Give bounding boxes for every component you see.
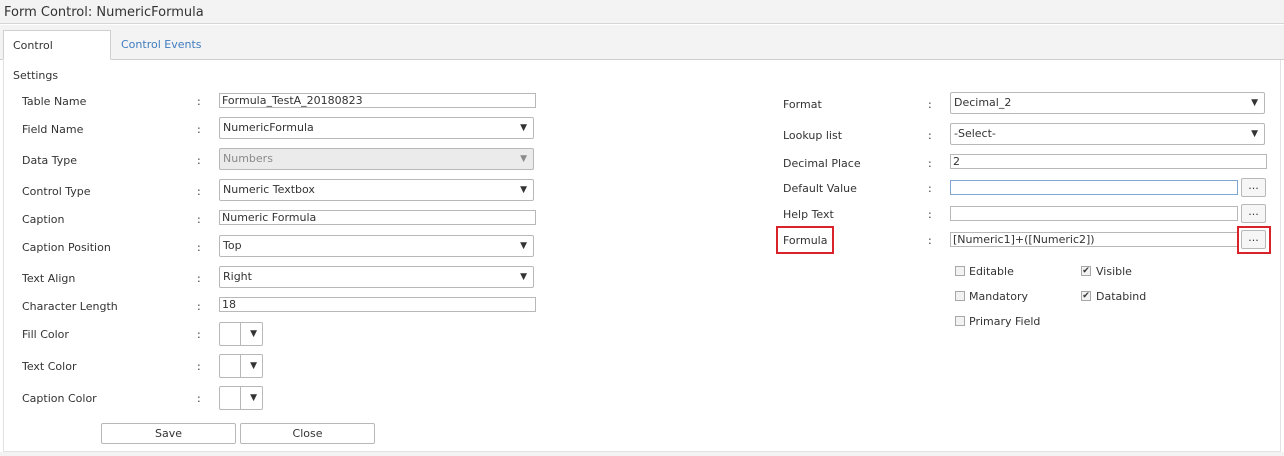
field-name-select[interactable]: NumericFormula ▼ [219, 117, 534, 139]
caption-label: Caption [22, 213, 65, 226]
colon: : [197, 123, 201, 136]
colon: : [928, 157, 932, 170]
format-value: Decimal_2 [954, 96, 1012, 109]
chevron-down-icon: ▼ [250, 393, 257, 403]
databind-checkbox[interactable]: ✔ [1081, 291, 1091, 301]
chevron-down-icon: ▼ [520, 272, 527, 282]
colon: : [197, 154, 201, 167]
text-align-label: Text Align [22, 272, 76, 285]
formula-browse-button[interactable]: ... [1241, 230, 1266, 249]
fill-color-label: Fill Color [22, 328, 69, 341]
visible-checkbox[interactable]: ✔ [1081, 266, 1091, 276]
data-type-value: Numbers [223, 152, 273, 165]
colon: : [197, 272, 201, 285]
character-length-input[interactable]: 18 [219, 297, 536, 312]
control-type-value: Numeric Textbox [223, 183, 315, 196]
colon: : [928, 182, 932, 195]
text-align-select[interactable]: Right ▼ [219, 266, 534, 288]
check-icon: ✔ [1082, 291, 1090, 301]
caption-position-select[interactable]: Top ▼ [219, 235, 534, 257]
editable-label: Editable [969, 265, 1014, 278]
default-value-browse-button[interactable]: ... [1241, 178, 1266, 197]
window-title: Form Control: NumericFormula [0, 0, 1284, 24]
chevron-down-icon: ▼ [520, 154, 527, 164]
default-value-input[interactable] [950, 180, 1238, 195]
default-value-label: Default Value [783, 182, 857, 195]
field-name-value: NumericFormula [223, 121, 314, 134]
settings-panel [3, 60, 1281, 452]
colon: : [197, 95, 201, 108]
picker-divider [240, 355, 241, 377]
mandatory-checkbox[interactable] [955, 291, 965, 301]
control-type-label: Control Type [22, 185, 91, 198]
colon: : [197, 185, 201, 198]
help-text-browse-button[interactable]: ... [1241, 204, 1266, 223]
picker-divider [240, 387, 241, 409]
data-type-select: Numbers ▼ [219, 148, 534, 170]
text-align-value: Right [223, 270, 252, 283]
fill-color-picker[interactable]: ▼ [219, 322, 263, 346]
save-button[interactable]: Save [101, 423, 236, 444]
colon: : [197, 300, 201, 313]
colon: : [197, 213, 201, 226]
databind-label: Databind [1096, 290, 1147, 303]
caption-position-label: Caption Position [22, 241, 111, 254]
chevron-down-icon: ▼ [1251, 98, 1258, 108]
tab-control-settings[interactable]: Control Settings [3, 30, 111, 82]
bottom-bar [0, 452, 1284, 456]
colon: : [197, 328, 201, 341]
decimal-place-label: Decimal Place [783, 157, 861, 170]
check-icon: ✔ [1082, 266, 1090, 276]
decimal-place-input[interactable]: 2 [950, 154, 1267, 169]
text-color-picker[interactable]: ▼ [219, 354, 263, 378]
lookup-list-select[interactable]: -Select- ▼ [950, 123, 1265, 145]
editable-checkbox[interactable] [955, 266, 965, 276]
lookup-list-label: Lookup list [783, 129, 843, 142]
colon: : [928, 98, 932, 111]
data-type-label: Data Type [22, 154, 78, 167]
colon: : [928, 234, 932, 247]
formula-input[interactable]: [Numeric1]+([Numeric2]) [950, 232, 1238, 247]
mandatory-label: Mandatory [969, 290, 1029, 303]
caption-position-value: Top [223, 239, 242, 252]
table-name-input[interactable]: Formula_TestA_20180823 [219, 93, 536, 108]
chevron-down-icon: ▼ [250, 329, 257, 339]
table-name-label: Table Name [22, 95, 87, 108]
colon: : [197, 392, 201, 405]
character-length-label: Character Length [22, 300, 118, 313]
formula-label: Formula [783, 234, 828, 247]
primary-field-checkbox[interactable] [955, 316, 965, 326]
chevron-down-icon: ▼ [520, 185, 527, 195]
picker-divider [240, 323, 241, 345]
field-name-label: Field Name [22, 123, 84, 136]
tab-control-events[interactable]: Control Events [112, 30, 211, 60]
colon: : [928, 208, 932, 221]
tab-strip: Control Settings Control Events [0, 25, 1284, 82]
help-text-input[interactable] [950, 206, 1238, 221]
colon: : [197, 360, 201, 373]
close-button[interactable]: Close [240, 423, 375, 444]
colon: : [928, 129, 932, 142]
chevron-down-icon: ▼ [520, 123, 527, 133]
visible-label: Visible [1096, 265, 1132, 278]
chevron-down-icon: ▼ [1251, 129, 1258, 139]
colon: : [197, 241, 201, 254]
primary-field-label: Primary Field [969, 315, 1041, 328]
chevron-down-icon: ▼ [520, 241, 527, 251]
text-color-label: Text Color [22, 360, 77, 373]
caption-color-picker[interactable]: ▼ [219, 386, 263, 410]
chevron-down-icon: ▼ [250, 361, 257, 371]
format-select[interactable]: Decimal_2 ▼ [950, 92, 1265, 114]
format-label: Format [783, 98, 822, 111]
caption-color-label: Caption Color [22, 392, 97, 405]
lookup-list-value: -Select- [954, 127, 996, 140]
help-text-label: Help Text [783, 208, 834, 221]
control-type-select[interactable]: Numeric Textbox ▼ [219, 179, 534, 201]
caption-input[interactable]: Numeric Formula [219, 210, 536, 225]
